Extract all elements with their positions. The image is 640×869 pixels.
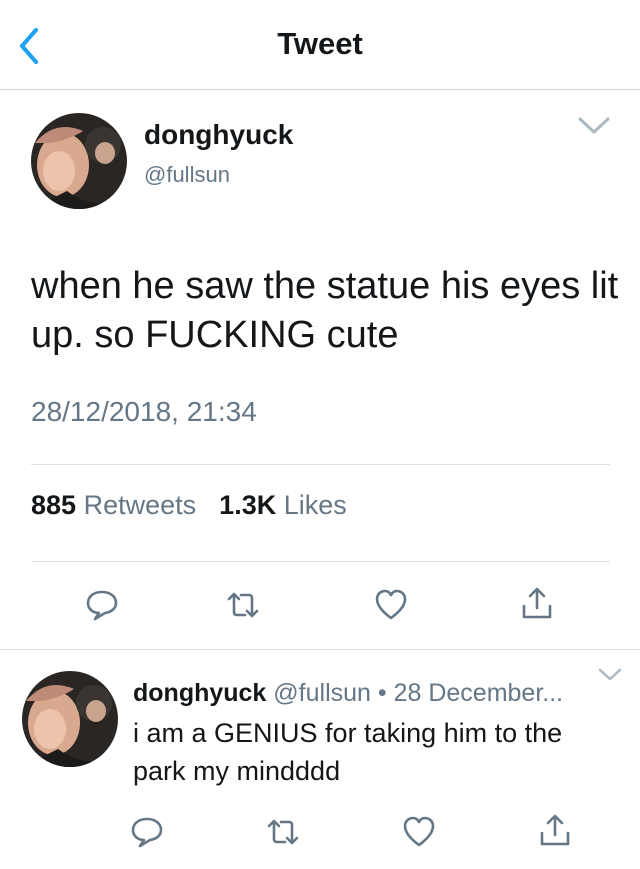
likes-count: 1.3K	[219, 490, 277, 520]
tweet-text: when he saw the statue his eyes lit up. …	[31, 265, 619, 356]
retweet-stat[interactable]: 885 Retweets	[31, 490, 196, 520]
share-icon[interactable]	[520, 586, 554, 620]
chevron-down-icon[interactable]	[577, 115, 611, 137]
comment-bubble-icon[interactable]	[85, 588, 119, 622]
heart-icon[interactable]	[374, 588, 408, 622]
reply-header[interactable]: donghyuck @fullsun • 28 December...	[133, 679, 563, 708]
retweets-count: 885	[31, 490, 77, 520]
divider	[0, 649, 640, 650]
retweet-icon[interactable]	[226, 588, 260, 622]
reply-display-name[interactable]: donghyuck	[133, 679, 266, 707]
avatar[interactable]	[22, 671, 118, 767]
tweet-timestamp: 28/12/2018, 21:34	[31, 396, 257, 427]
reply-meta: @fullsun • 28 December...	[273, 679, 564, 707]
comment-bubble-icon[interactable]	[130, 815, 164, 849]
page-title: Tweet	[277, 26, 363, 61]
avatar[interactable]	[31, 113, 127, 209]
heart-icon[interactable]	[402, 815, 436, 849]
share-icon[interactable]	[538, 813, 572, 847]
user-handle[interactable]: @fullsun	[144, 162, 230, 188]
divider	[31, 464, 610, 465]
like-stat[interactable]: 1.3K Likes	[219, 490, 347, 520]
chevron-down-icon[interactable]	[597, 667, 623, 683]
retweet-icon[interactable]	[266, 815, 300, 849]
nav-bar: Tweet	[0, 0, 640, 90]
divider	[31, 561, 610, 562]
reply-text: i am a GENIUS for taking him to the park…	[133, 718, 563, 786]
likes-label: Likes	[283, 490, 347, 520]
tweet-stats: 885 Retweets 1.3K Likes	[31, 490, 347, 521]
retweets-label: Retweets	[83, 490, 197, 520]
display-name[interactable]: donghyuck	[144, 119, 293, 151]
